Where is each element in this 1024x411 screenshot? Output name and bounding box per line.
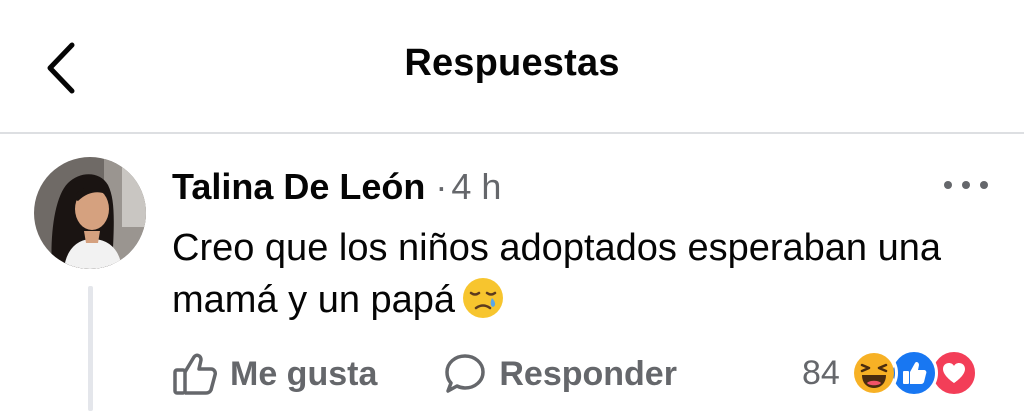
author-name[interactable]: Talina De León xyxy=(172,166,425,207)
reply-button[interactable]: Responder xyxy=(443,352,677,396)
reactions-summary[interactable]: 84 xyxy=(802,346,978,400)
page-title: Respuestas xyxy=(404,42,620,84)
like-button[interactable]: Me gusta xyxy=(172,352,377,396)
reaction-icons xyxy=(849,349,978,397)
comment-header: Talina De León · 4 h xyxy=(172,165,501,209)
avatar[interactable] xyxy=(34,157,146,269)
header: Respuestas xyxy=(0,0,1024,134)
more-horizontal-icon xyxy=(944,181,952,189)
timestamp[interactable]: 4 h xyxy=(451,166,501,207)
comment-text: Creo que los niños adoptados esperaban u… xyxy=(172,222,952,326)
thread-line xyxy=(88,286,93,411)
like-label: Me gusta xyxy=(230,354,378,393)
reaction-count: 84 xyxy=(802,353,840,392)
comment-text-content: Creo que los niños adoptados esperaban u… xyxy=(172,227,942,321)
comment-bubble-icon xyxy=(445,354,486,393)
thumbs-up-icon xyxy=(173,353,217,395)
reply-label: Responder xyxy=(499,354,677,393)
comment-actions: Me gusta Responder xyxy=(172,348,677,400)
crying-face-emoji xyxy=(463,278,504,318)
haha-icon xyxy=(849,349,898,397)
separator-dot: · xyxy=(435,166,448,207)
more-options-button[interactable] xyxy=(938,170,994,200)
